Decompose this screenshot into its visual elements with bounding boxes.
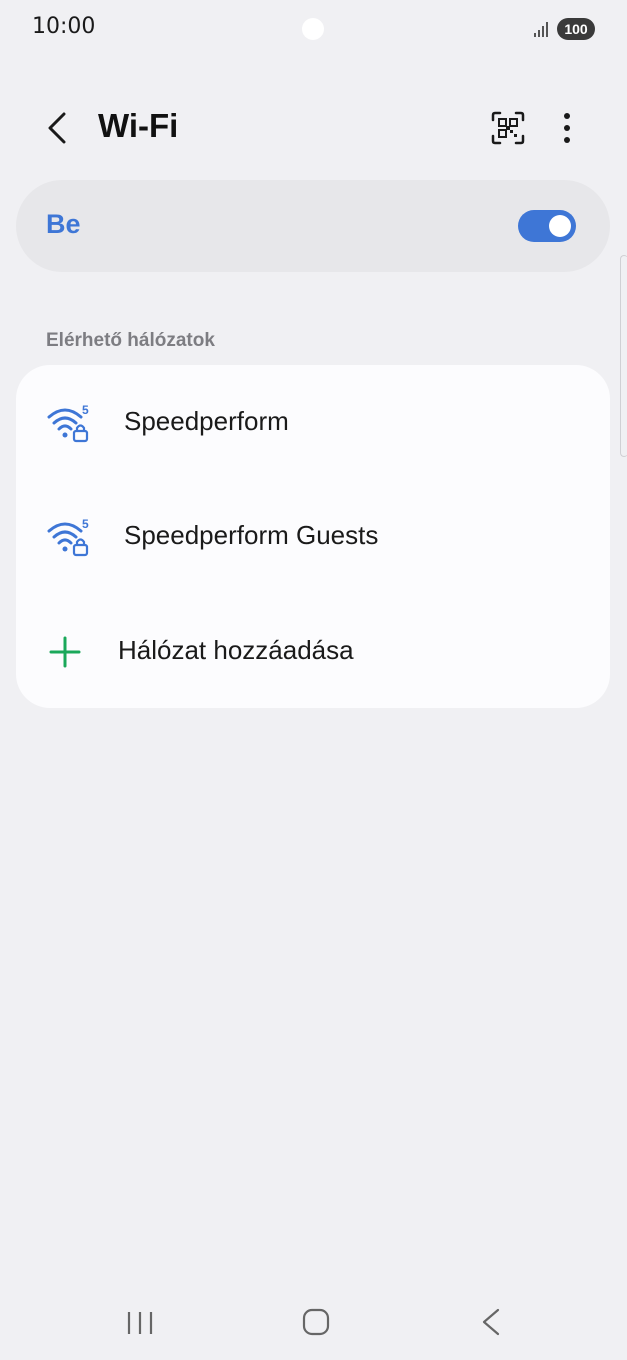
add-network-item[interactable]: Hálózat hozzáadása — [16, 593, 610, 707]
signal-icon — [534, 22, 548, 37]
recents-icon[interactable] — [124, 1308, 156, 1338]
toggle-knob — [549, 215, 571, 237]
svg-text:5: 5 — [82, 517, 89, 531]
page-title: Wi-Fi — [98, 107, 179, 144]
toggle-label: Be — [46, 209, 81, 239]
battery-icon: 100 — [557, 18, 595, 40]
network-name: Speedperform Guests — [124, 520, 379, 550]
plus-icon — [49, 636, 81, 668]
wifi-master-toggle-row[interactable]: Be — [16, 180, 610, 272]
camera-cutout — [302, 18, 324, 40]
qr-code-icon[interactable] — [490, 110, 526, 146]
network-item[interactable]: 5 Speedperform Guests — [16, 479, 610, 593]
status-time: 10:00 — [32, 14, 96, 39]
back-arrow-icon[interactable] — [38, 108, 78, 148]
scroll-indicator — [620, 255, 627, 457]
home-icon[interactable] — [300, 1306, 332, 1338]
wifi-5ghz-lock-icon: 5 — [47, 517, 89, 557]
available-networks-header: Elérhető hálózatok — [46, 330, 215, 351]
networks-list: 5 Speedperform 5 Speedperform Guests Hál… — [16, 365, 610, 708]
wifi-5ghz-lock-icon: 5 — [47, 403, 89, 443]
network-name: Speedperform — [124, 406, 289, 436]
add-network-label: Hálózat hozzáadása — [118, 635, 354, 665]
wifi-toggle-switch[interactable] — [518, 210, 576, 242]
back-icon[interactable] — [478, 1306, 504, 1338]
network-item[interactable]: 5 Speedperform — [16, 365, 610, 479]
svg-text:5: 5 — [82, 403, 89, 417]
wifi-settings-screen: 10:00 100 Wi-Fi Be Elérhető hálózatok 5 … — [0, 0, 627, 1360]
more-vert-icon[interactable] — [552, 108, 582, 148]
